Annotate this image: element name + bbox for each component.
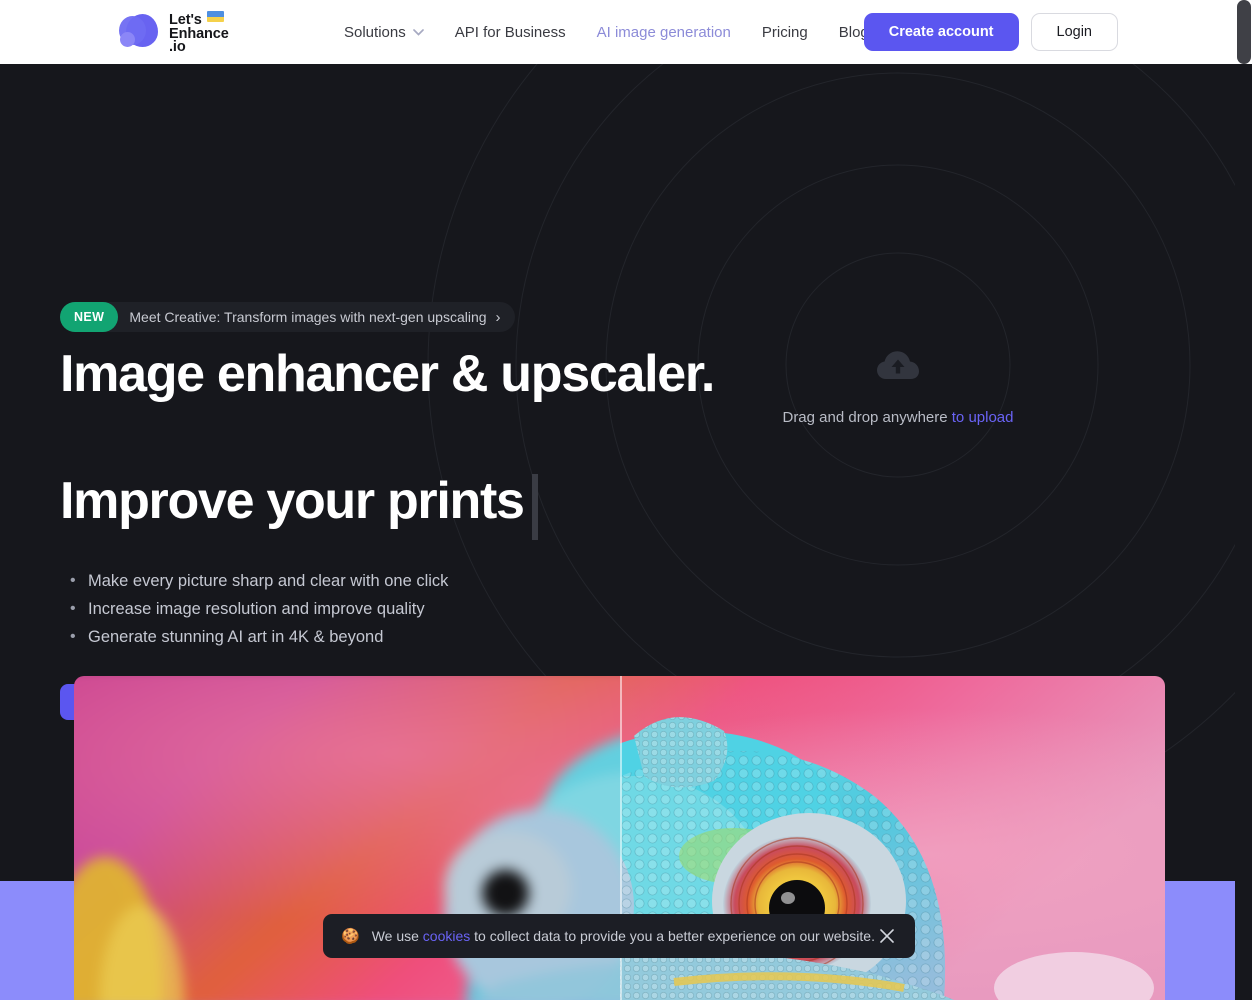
nav-label: Solutions (344, 23, 406, 41)
nav-item-ai-image-generation[interactable]: AI image generation (597, 24, 731, 41)
page-title: Image enhancer & upscaler. (60, 345, 715, 403)
dropzone-text: Drag and drop anywhere to upload (765, 409, 1031, 426)
nav-item-solutions[interactable]: Solutions (344, 24, 424, 41)
main-navigation: Solutions API for Business AI image gene… (344, 0, 900, 64)
concentric-rings-decoration (427, 64, 1235, 764)
logo-text: Let's Enhance .io (169, 11, 229, 55)
upload-dropzone[interactable]: Drag and drop anywhere to upload (765, 349, 1031, 426)
feature-list: Make every picture sharp and clear with … (70, 567, 448, 651)
new-badge: NEW (60, 302, 119, 332)
cookie-text-prefix: We use (371, 928, 423, 944)
announcement-text: Meet Creative: Transform images with nex… (129, 309, 487, 325)
cookies-link[interactable]: cookies (423, 928, 470, 944)
page-scrollbar-track[interactable] (1235, 0, 1252, 1000)
dropzone-label: Drag and drop anywhere (782, 409, 948, 426)
cookie-consent-bar: 🍪 We use cookies to collect data to prov… (323, 914, 915, 958)
nav-label: Pricing (761, 23, 808, 41)
page-root: NEW Meet Creative: Transform images with… (0, 0, 1252, 1000)
nav-item-pricing[interactable]: Pricing (762, 24, 808, 41)
cookie-message: We use cookies to collect data to provid… (372, 928, 877, 944)
page-scrollbar-thumb[interactable] (1237, 0, 1251, 64)
chevron-right-icon: › (495, 308, 501, 326)
upload-link[interactable]: to upload (952, 409, 1014, 426)
nav-label: AI image generation (596, 23, 731, 41)
create-account-button[interactable]: Create account (863, 13, 1019, 51)
chevron-down-icon (412, 28, 424, 36)
logo-blob-icon (118, 12, 160, 54)
cookie-text-suffix: to collect data to provide you a better … (470, 928, 875, 944)
text-caret (531, 474, 538, 540)
list-item: Increase image resolution and improve qu… (70, 595, 448, 623)
typed-headline: Improve your prints (60, 472, 538, 540)
announcement-banner[interactable]: NEW Meet Creative: Transform images with… (60, 302, 515, 332)
cloud-upload-icon (877, 351, 919, 379)
login-button[interactable]: Login (1030, 13, 1118, 51)
list-item: Generate stunning AI art in 4K & beyond (70, 623, 448, 651)
typed-headline-text: Improve your prints (60, 472, 525, 530)
close-icon[interactable] (877, 926, 897, 946)
header-actions: Create account Login (863, 13, 1118, 51)
nav-item-api-for-business[interactable]: API for Business (455, 24, 566, 41)
list-item: Make every picture sharp and clear with … (70, 567, 448, 595)
site-header: Let's Enhance .io Solutions API for Busi… (0, 0, 1235, 64)
logo[interactable]: Let's Enhance .io (118, 11, 229, 55)
nav-label: API for Business (454, 23, 566, 41)
ukraine-flag-icon (206, 11, 224, 22)
cookie-icon: 🍪 (341, 928, 360, 945)
logo-line-3: .io (169, 39, 186, 55)
